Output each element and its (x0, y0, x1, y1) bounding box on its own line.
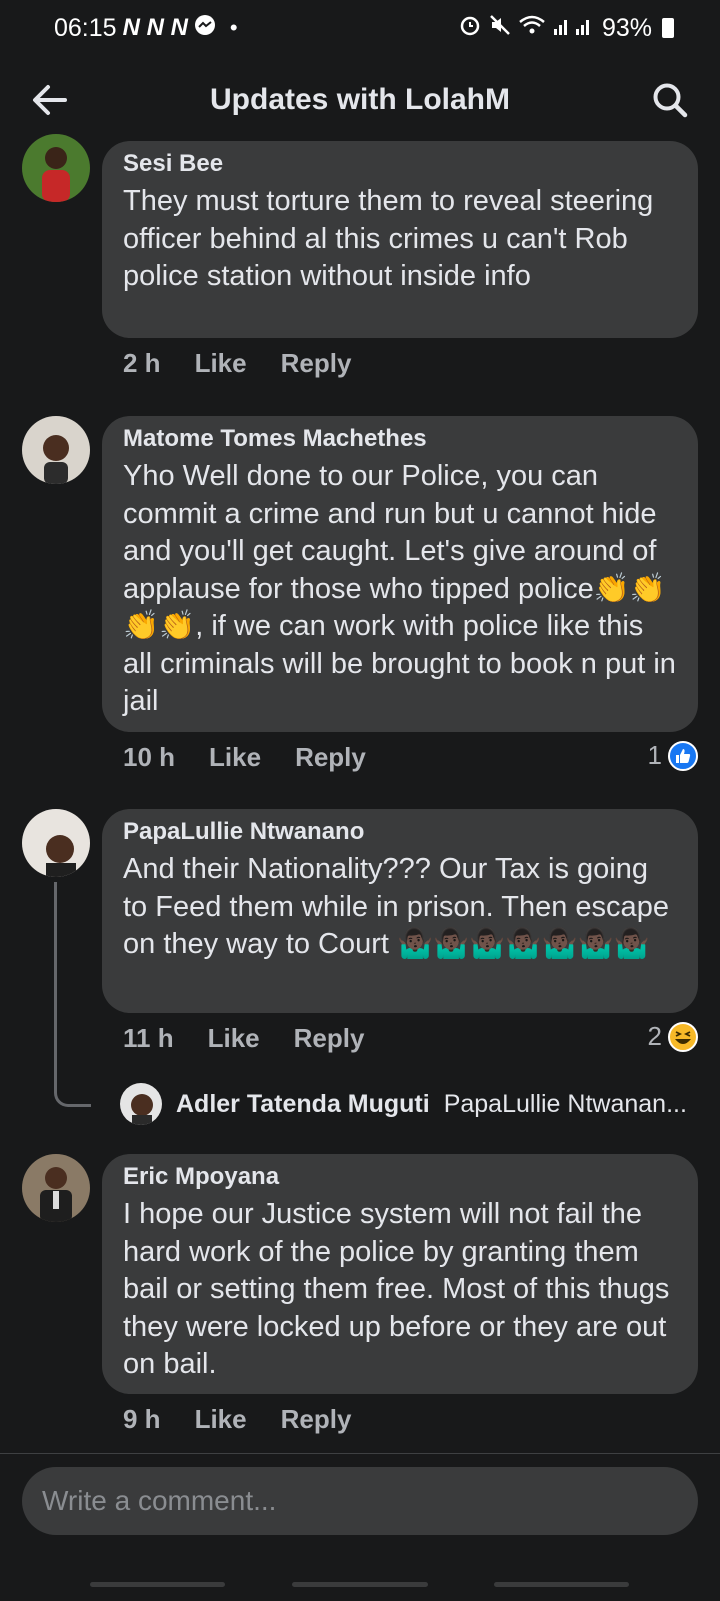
messenger-icon (194, 14, 216, 43)
avatar[interactable] (120, 1083, 162, 1125)
status-right: 93% (458, 13, 674, 44)
arrow-left-icon (33, 85, 67, 115)
comment-actions: 10 h Like Reply (123, 742, 366, 773)
comment-input[interactable]: Write a comment... (22, 1467, 698, 1535)
alarm-icon (458, 13, 482, 44)
comment-time[interactable]: 10 h (123, 742, 175, 773)
reply-button[interactable]: Reply (281, 1404, 352, 1435)
comment-actions: 11 h Like Reply (123, 1023, 364, 1054)
like-button[interactable]: Like (195, 348, 247, 379)
signal-icon (552, 14, 596, 43)
nav-hint-right (494, 1582, 629, 1587)
comment-bubble[interactable]: Eric Mpoyana I hope our Justice system w… (102, 1154, 698, 1394)
notification-icons: N N N (122, 14, 188, 41)
reply-preview[interactable]: Adler Tatenda Muguti PapaLullie Ntwanan.… (120, 1083, 690, 1125)
avatar[interactable] (22, 809, 90, 877)
avatar[interactable] (22, 1154, 90, 1222)
comment-author[interactable]: Matome Tomes Machethes (123, 424, 678, 454)
avatar[interactable] (22, 416, 90, 484)
app-bar: Updates with LolahM (0, 60, 720, 140)
comment-author[interactable]: PapaLullie Ntwanano (123, 817, 678, 847)
back-button[interactable] (26, 76, 74, 124)
comment-actions: 9 h Like Reply (123, 1404, 351, 1435)
reaction-summary[interactable]: 2 (648, 1021, 698, 1052)
reaction-count: 1 (647, 740, 662, 770)
comment-time[interactable]: 9 h (123, 1404, 161, 1435)
status-dot: • (229, 15, 238, 40)
status-time: 06:15 (54, 13, 117, 42)
comment-bubble[interactable]: Sesi Bee They must torture them to revea… (102, 141, 698, 338)
reaction-summary[interactable]: 1 (648, 740, 698, 771)
status-bar: 06:15 N N N • 93% (0, 0, 720, 56)
comment-text: I hope our Justice system will not fail … (123, 1198, 670, 1380)
comment-bubble[interactable]: Matome Tomes Machethes Yho Well done to … (102, 416, 698, 732)
comment-text: They must torture them to reveal steerin… (123, 185, 654, 292)
comment-time[interactable]: 2 h (123, 348, 161, 379)
wifi-icon (518, 13, 546, 44)
like-button[interactable]: Like (209, 742, 261, 773)
battery-icon (662, 18, 674, 38)
reply-button[interactable]: Reply (295, 742, 366, 773)
thread-line (54, 882, 91, 1107)
reaction-count: 2 (647, 1021, 662, 1051)
reply-button[interactable]: Reply (294, 1023, 365, 1054)
laughing-face-icon (668, 1021, 698, 1052)
avatar[interactable] (22, 134, 90, 202)
comment-composer-bar: Write a comment... (0, 1453, 720, 1601)
thumbs-up-icon (668, 740, 698, 771)
battery-percent: 93% (601, 13, 652, 42)
nav-hint-center (292, 1582, 428, 1587)
like-button[interactable]: Like (195, 1404, 247, 1435)
nav-hint-left (90, 1582, 225, 1587)
comment-author[interactable]: Sesi Bee (123, 149, 678, 179)
reply-author[interactable]: Adler Tatenda Muguti (176, 1090, 430, 1119)
reply-text: PapaLullie Ntwanan... (443, 1089, 687, 1118)
comment-author[interactable]: Eric Mpoyana (123, 1162, 678, 1192)
search-button[interactable] (646, 76, 694, 124)
reply-button[interactable]: Reply (281, 348, 352, 379)
comment-actions: 2 h Like Reply (123, 348, 351, 379)
comment-text: And their Nationality??? Our Tax is goin… (123, 853, 669, 960)
like-button[interactable]: Like (208, 1023, 260, 1054)
search-icon (653, 83, 688, 118)
comment-bubble[interactable]: PapaLullie Ntwanano And their Nationalit… (102, 809, 698, 1013)
comment-text: Yho Well done to our Police, you can com… (123, 460, 676, 717)
status-left: 06:15 N N N • (54, 14, 238, 43)
mute-icon (488, 13, 512, 44)
comment-time[interactable]: 11 h (123, 1023, 174, 1054)
page-title: Updates with LolahM (210, 83, 510, 116)
